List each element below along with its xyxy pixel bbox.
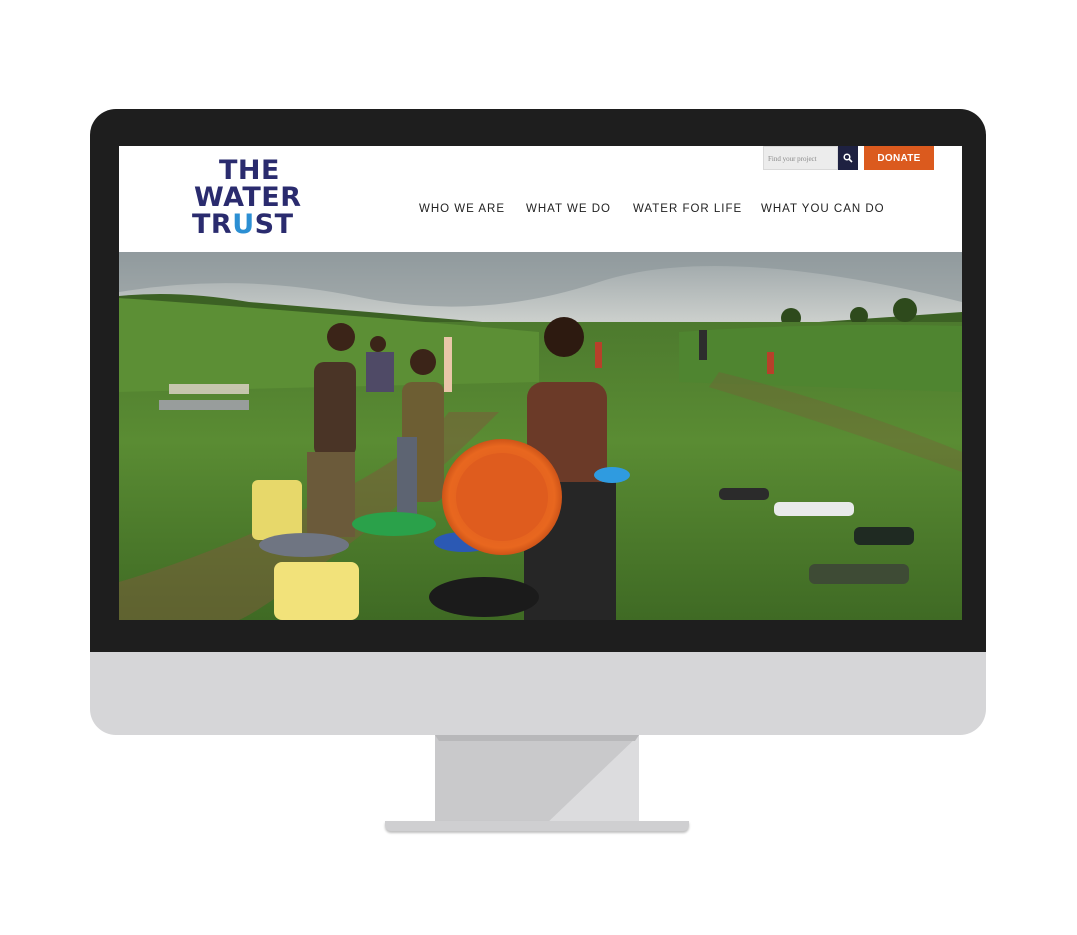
logo-drop-u: U	[232, 209, 255, 240]
hero-photo-illustration	[119, 252, 962, 620]
site-logo[interactable]: THE WATER TRUST	[192, 155, 342, 240]
logo-line-1: THE	[219, 155, 280, 186]
monitor-foot	[385, 821, 689, 831]
logo-line-3-b: ST	[254, 209, 294, 240]
monitor-chin	[90, 652, 986, 735]
monitor-stand	[435, 735, 639, 825]
logo-line-3: TRUST	[192, 209, 342, 240]
hero-photo	[119, 252, 962, 620]
search-button[interactable]	[838, 146, 858, 170]
logo-line-3-a: TR	[192, 209, 233, 240]
logo-line-2: WATER	[194, 182, 302, 213]
site-header: THE WATER TRUST Find your project DONATE…	[119, 146, 962, 252]
search-icon	[843, 153, 853, 163]
nav-water-for-life[interactable]: WATER FOR LIFE	[633, 203, 742, 215]
nav-what-we-do[interactable]: WHAT WE DO	[526, 203, 611, 215]
donate-button[interactable]: DONATE	[864, 146, 934, 170]
nav-what-you-can-do[interactable]: WHAT YOU CAN DO	[761, 203, 885, 215]
monitor: THE WATER TRUST Find your project DONATE…	[90, 109, 986, 831]
search-input[interactable]: Find your project	[763, 146, 838, 170]
nav-who-we-are[interactable]: WHO WE ARE	[419, 203, 505, 215]
website-screen: THE WATER TRUST Find your project DONATE…	[119, 146, 962, 620]
